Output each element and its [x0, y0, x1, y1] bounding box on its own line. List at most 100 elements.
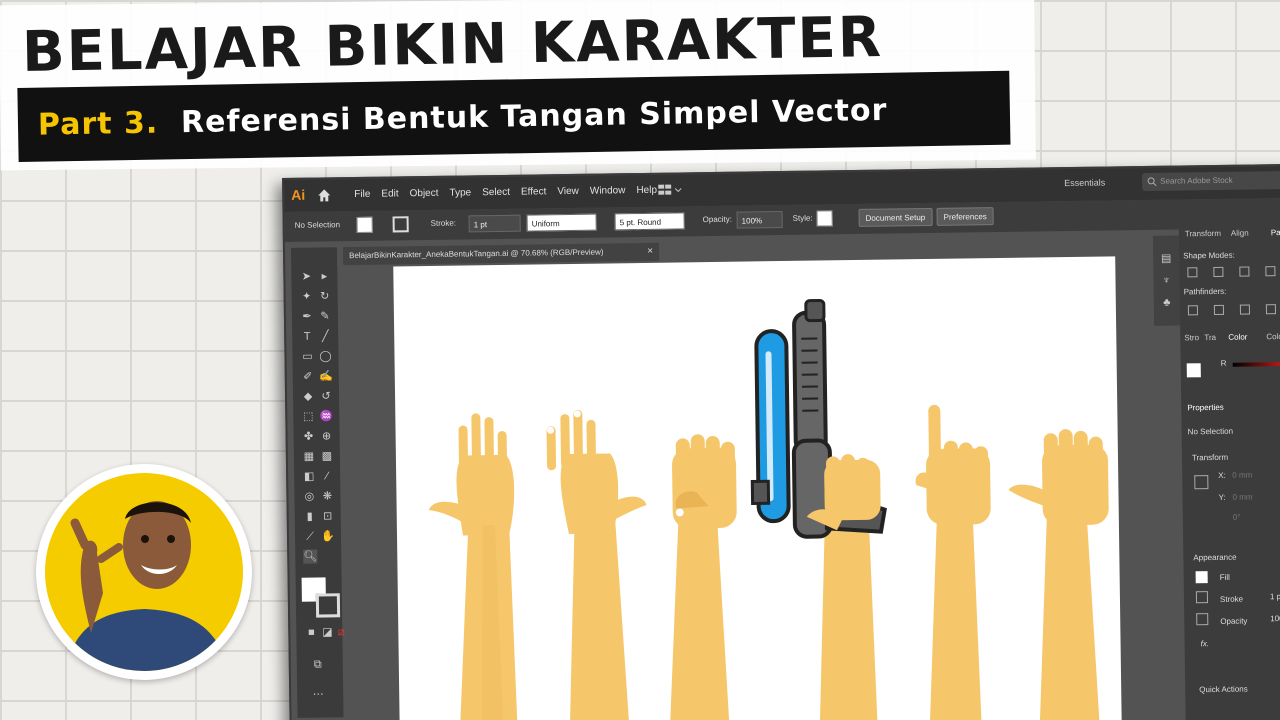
scale-tool-icon[interactable]: ⬚: [301, 410, 315, 424]
appearance-stroke-swatch[interactable]: [1195, 591, 1209, 604]
properties-selection: No Selection: [1187, 426, 1234, 437]
symbol-sprayer-icon[interactable]: ❋: [320, 489, 334, 503]
zoom-tool-icon[interactable]: 🔍︎: [303, 549, 318, 564]
reference-point-icon[interactable]: [1194, 475, 1209, 490]
appearance-fill-swatch[interactable]: [1195, 571, 1208, 584]
stroke-label-panel[interactable]: Stroke: [1220, 595, 1243, 604]
unite-icon[interactable]: [1187, 267, 1198, 278]
divide-icon[interactable]: [1187, 305, 1199, 316]
hand-tool-icon[interactable]: ✋: [321, 529, 335, 543]
red-slider[interactable]: [1232, 361, 1280, 367]
x-field[interactable]: 0 mm: [1232, 470, 1252, 479]
eyedropper-tool-icon[interactable]: ⁄: [320, 469, 334, 483]
menu-select[interactable]: Select: [482, 187, 510, 198]
menu-effect[interactable]: Effect: [521, 186, 547, 197]
pen-tool-icon[interactable]: ✒: [300, 310, 314, 324]
graphic-style-swatch[interactable]: [816, 210, 833, 227]
stroke-weight-panel[interactable]: 1 pt: [1270, 592, 1280, 601]
home-icon[interactable]: [316, 187, 332, 203]
tab-color-guide[interactable]: Colo: [1266, 332, 1280, 341]
opacity-label-panel[interactable]: Opacity: [1220, 617, 1247, 626]
more-tools-icon[interactable]: ⋯: [311, 687, 325, 701]
shaper-tool-icon[interactable]: ✍: [319, 369, 333, 383]
menu-help[interactable]: Help: [636, 185, 657, 196]
gradient-tool-icon[interactable]: ◧: [302, 470, 316, 484]
stroke-color-icon[interactable]: [315, 593, 341, 618]
angle-field[interactable]: 0°: [1233, 513, 1241, 522]
blend-tool-icon[interactable]: ◎: [302, 490, 316, 504]
preferences-button[interactable]: Preferences: [936, 207, 994, 226]
ellipse-tool-icon[interactable]: ◯: [318, 349, 332, 363]
opacity-value-panel[interactable]: 100%: [1270, 614, 1280, 623]
stroke-swatch[interactable]: [392, 216, 409, 233]
puppet-warp-icon[interactable]: ✤: [302, 430, 316, 444]
fill-swatch[interactable]: [356, 216, 373, 233]
brushes-icon[interactable]: ♆: [1159, 274, 1173, 288]
arrange-documents-icon[interactable]: [658, 183, 682, 195]
intersect-icon[interactable]: [1239, 266, 1250, 277]
workspace-switcher[interactable]: Essentials: [1064, 178, 1105, 189]
trim-icon[interactable]: [1213, 304, 1225, 316]
tab-transform[interactable]: Transform: [1185, 229, 1221, 239]
eraser-tool-icon[interactable]: ◆: [301, 390, 315, 404]
mesh-tool-icon[interactable]: ▩: [320, 449, 334, 463]
menu-window[interactable]: Window: [590, 185, 626, 196]
hand-holding-gun: [750, 299, 887, 720]
paintbrush-tool-icon[interactable]: ✐: [301, 370, 315, 384]
tab-properties[interactable]: Properties: [1187, 403, 1224, 413]
tab-stroke[interactable]: Stro: [1184, 333, 1199, 342]
stock-search-input[interactable]: Search Adobe Stock: [1142, 171, 1280, 191]
tab-color[interactable]: Color: [1228, 333, 1247, 342]
selection-tool-icon[interactable]: ➤: [299, 270, 313, 284]
shape-builder-icon[interactable]: ⊕: [320, 429, 334, 443]
document-tab[interactable]: BelajarBikinKarakter_AnekaBentukTangan.a…: [342, 242, 660, 266]
exclude-icon[interactable]: [1265, 266, 1276, 277]
tab-transparency[interactable]: Tra: [1204, 333, 1216, 342]
menu-view[interactable]: View: [557, 186, 579, 197]
subtitle-part: Part 3.: [37, 105, 159, 143]
rectangle-tool-icon[interactable]: ▭: [300, 350, 314, 364]
minus-front-icon[interactable]: [1213, 266, 1224, 278]
menu-items: File Edit Object Type Select Effect View…: [354, 185, 657, 200]
artboard-tool-icon[interactable]: ⊡: [321, 509, 335, 523]
tab-align[interactable]: Align: [1231, 229, 1249, 238]
color-fill-preview[interactable]: [1186, 363, 1201, 378]
brush-definition[interactable]: 5 pt. Round: [614, 212, 685, 231]
search-icon: [1147, 177, 1157, 187]
graph-tool-icon[interactable]: ▮: [303, 510, 317, 524]
crop-icon[interactable]: [1265, 304, 1276, 315]
screen-mode-icon[interactable]: ⧉: [311, 657, 325, 671]
document-title: BelajarBikinKarakter_AnekaBentukTangan.a…: [349, 247, 604, 261]
document-setup-button[interactable]: Document Setup: [858, 207, 933, 227]
opacity-field[interactable]: 100%: [736, 211, 783, 229]
variable-width-profile[interactable]: Uniform: [526, 213, 597, 232]
direct-selection-tool-icon[interactable]: ▸: [317, 269, 331, 283]
magic-wand-icon[interactable]: ✦: [300, 290, 314, 304]
lasso-tool-icon[interactable]: ↻: [318, 289, 332, 303]
illustrator-logo: Ai: [291, 186, 306, 203]
libraries-icon[interactable]: ▤: [1159, 252, 1173, 266]
perspective-grid-icon[interactable]: ▦: [302, 450, 316, 464]
symbols-icon[interactable]: ♣: [1160, 296, 1174, 310]
line-tool-icon[interactable]: ╱: [318, 329, 332, 343]
menu-type[interactable]: Type: [449, 187, 471, 198]
curvature-tool-icon[interactable]: ✎: [318, 309, 332, 323]
gradient-mode-icon[interactable]: ◪: [320, 625, 334, 639]
warp-tool-icon[interactable]: ♒: [319, 409, 333, 423]
type-tool-icon[interactable]: T: [300, 330, 314, 344]
slice-tool-icon[interactable]: ⟋: [303, 530, 317, 544]
appearance-heading: Appearance: [1193, 552, 1237, 563]
menu-object[interactable]: Object: [410, 188, 439, 199]
artboard[interactable]: [393, 256, 1122, 720]
fx-icon[interactable]: fx.: [1201, 639, 1210, 648]
close-document-icon[interactable]: ×: [647, 246, 653, 257]
merge-icon[interactable]: [1239, 304, 1251, 315]
y-field[interactable]: 0 mm: [1232, 492, 1252, 501]
menu-file[interactable]: File: [354, 189, 370, 200]
rotate-tool-icon[interactable]: ↺: [319, 389, 333, 403]
tab-pathfinder[interactable]: Path: [1271, 228, 1280, 237]
none-mode-icon[interactable]: ⧄: [334, 625, 348, 639]
stroke-weight-field[interactable]: 1 pt: [468, 214, 521, 233]
menu-edit[interactable]: Edit: [381, 188, 398, 199]
color-mode-icon[interactable]: ■: [304, 626, 318, 640]
